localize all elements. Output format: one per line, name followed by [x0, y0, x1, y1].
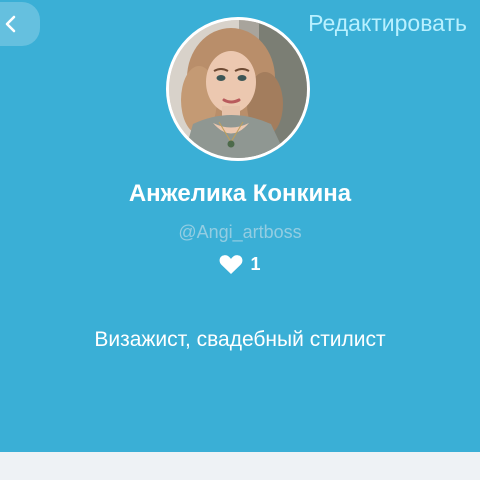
heart-icon [220, 255, 243, 274]
likes-counter[interactable]: 1 [0, 254, 480, 275]
edit-profile-link[interactable]: Редактировать [308, 10, 467, 37]
profile-bio: Визажист, свадебный стилист [94, 328, 386, 351]
profile-header: Редактировать Анжелика Конкина @Angi_art… [0, 0, 480, 452]
chevron-left-icon [5, 15, 16, 33]
avatar[interactable] [166, 17, 310, 161]
profile-name: Анжелика Конкина [128, 180, 352, 207]
likes-count: 1 [250, 254, 261, 274]
back-button[interactable] [0, 2, 40, 46]
content-area [0, 452, 480, 480]
profile-username: @Angi_artboss [178, 222, 302, 242]
